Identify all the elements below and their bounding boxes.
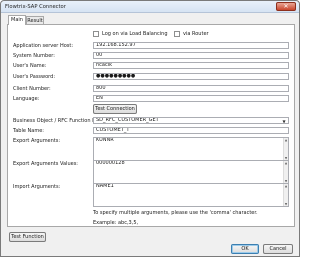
app-server-input[interactable]: 192.168.152.97 <box>93 42 289 49</box>
export-values-scrollbar[interactable]: ▲ ▼ <box>283 161 288 183</box>
export-args-label: Export Arguments: <box>13 138 61 144</box>
scroll-down-icon[interactable]: ▼ <box>284 202 288 206</box>
import-args-textarea[interactable]: NAME1 ▲ ▼ <box>93 183 289 207</box>
export-args-value: KUNNR <box>96 137 114 143</box>
via-router-label: via Router <box>183 31 209 37</box>
test-connection-button[interactable]: Test Connection <box>93 104 137 114</box>
scroll-up-icon[interactable]: ▲ <box>284 161 288 165</box>
load-balancing-label: Log on via Load Balancing <box>102 31 168 37</box>
close-icon: ✕ <box>283 3 289 10</box>
function-dropdown[interactable]: SD_RFC_CUSTOMER_GET ▼ <box>93 117 289 124</box>
system-number-label: System Number: <box>13 53 55 59</box>
example-text: Example: abc,3,5, <box>93 220 139 226</box>
username-label: User's Name: <box>13 63 47 69</box>
hint-text: To specify multiple arguments, please us… <box>93 210 258 216</box>
import-args-scrollbar[interactable]: ▲ ▼ <box>283 184 288 206</box>
username-input[interactable]: ncacik <box>93 62 289 69</box>
chevron-down-icon[interactable]: ▼ <box>281 119 287 123</box>
export-values-value: 000000128 <box>96 160 125 166</box>
export-args-textarea[interactable]: KUNNR ▲ ▼ <box>93 137 289 161</box>
table-input[interactable]: CUSTOMET_T <box>93 127 289 134</box>
title-bar[interactable]: Flowtrix-SAP Connector ✕ <box>1 1 299 13</box>
import-args-value: NAME1 <box>96 183 114 189</box>
password-input[interactable]: ●●●●●●●●● <box>93 73 289 80</box>
client-input[interactable]: 800 <box>93 85 289 92</box>
via-router-checkbox[interactable] <box>174 31 180 37</box>
app-server-label: Application server Host: <box>13 43 74 49</box>
export-values-textarea[interactable]: 000000128 ▲ ▼ <box>93 160 289 184</box>
ok-button[interactable]: OK <box>231 244 259 254</box>
import-args-label: Import Arguments: <box>13 184 61 190</box>
dialog-window: Flowtrix-SAP Connector ✕ Main Result Log… <box>0 0 300 257</box>
scroll-up-icon[interactable]: ▲ <box>284 138 288 142</box>
window-title: Flowtrix-SAP Connector <box>5 4 66 10</box>
close-button[interactable]: ✕ <box>276 2 296 11</box>
tab-main[interactable]: Main <box>8 15 26 25</box>
cancel-button[interactable]: Cancel <box>263 244 293 254</box>
system-number-input[interactable]: 00 <box>93 52 289 59</box>
client-label: Client Number: <box>13 86 51 92</box>
function-value: SD_RFC_CUSTOMER_GET <box>96 117 159 123</box>
language-input[interactable]: EN <box>93 95 289 102</box>
language-label: Language: <box>13 96 40 102</box>
password-label: User's Password: <box>13 74 56 80</box>
scroll-up-icon[interactable]: ▲ <box>284 184 288 188</box>
export-args-scrollbar[interactable]: ▲ ▼ <box>283 138 288 160</box>
load-balancing-checkbox[interactable] <box>93 31 99 37</box>
table-label: Table Name: <box>13 128 44 134</box>
export-values-label: Export Arguments Values: <box>13 161 78 167</box>
test-function-button[interactable]: Test Function <box>9 232 46 242</box>
